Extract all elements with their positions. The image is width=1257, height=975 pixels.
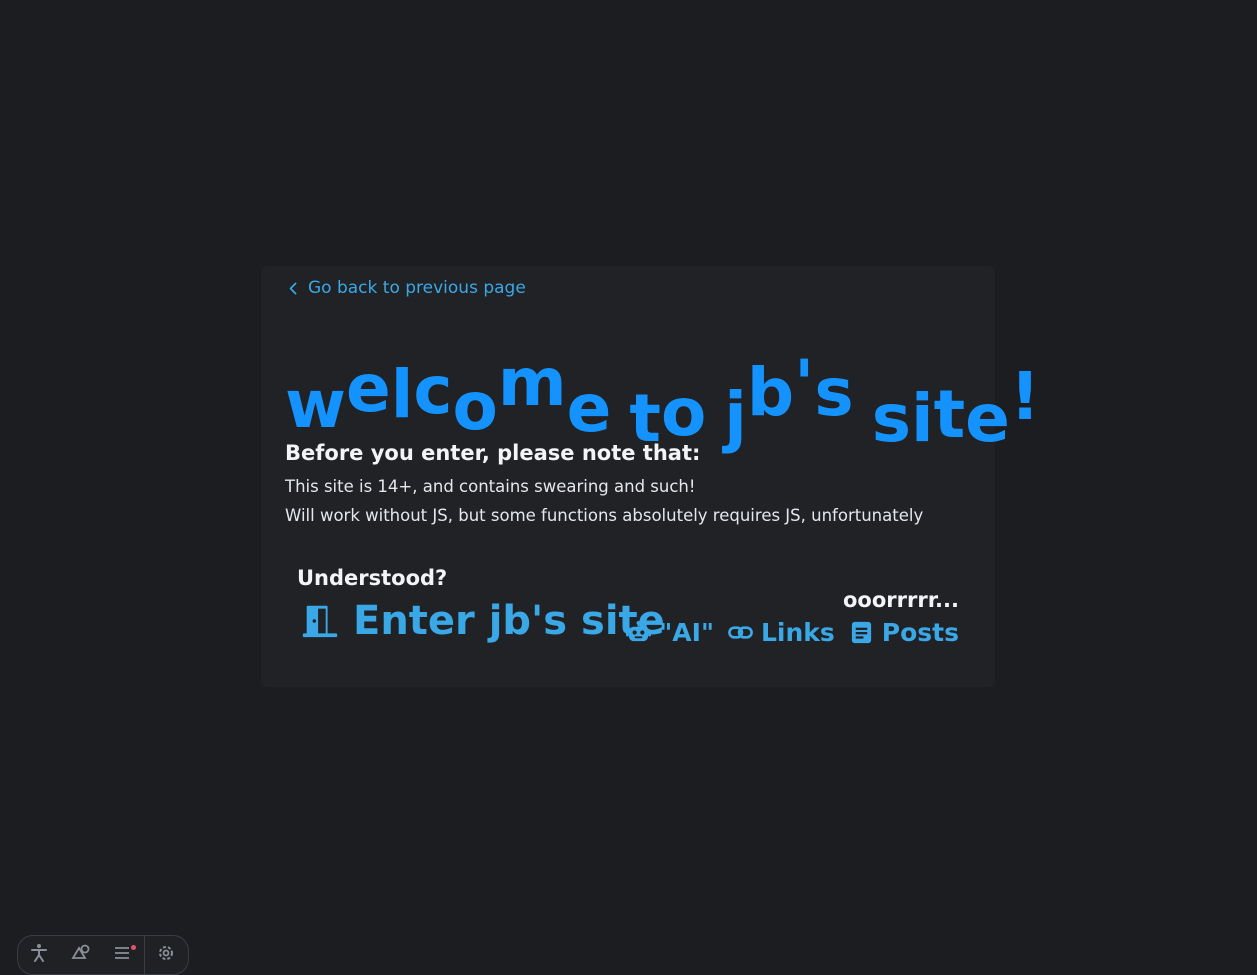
title-letter: w bbox=[285, 366, 346, 444]
notice-heading: Before you enter, please note that: bbox=[285, 441, 701, 465]
chevron-left-icon bbox=[289, 282, 297, 294]
title-letter: s bbox=[814, 354, 854, 432]
enter-site-label: Enter jb's site bbox=[353, 598, 665, 644]
floating-toolbar bbox=[17, 935, 189, 975]
menu-button[interactable] bbox=[102, 936, 144, 974]
title-letter: t bbox=[933, 376, 966, 454]
title-letter: s bbox=[871, 380, 911, 458]
menu-icon bbox=[115, 947, 129, 959]
settings-icon bbox=[159, 946, 173, 960]
link-icon bbox=[728, 626, 753, 639]
title-letter: e bbox=[566, 370, 612, 448]
understood-prompt: Understood? bbox=[297, 566, 448, 590]
alternatives-prompt: ooorrrrr... bbox=[842, 588, 959, 612]
posts-link[interactable]: Posts bbox=[849, 618, 959, 647]
back-link-label: Go back to previous page bbox=[308, 278, 526, 298]
title-letter: l bbox=[390, 356, 414, 434]
title-letter: ' bbox=[794, 346, 815, 424]
title-letter: e bbox=[345, 350, 391, 428]
title-letter: o bbox=[452, 368, 498, 446]
ai-link[interactable]: "AI" bbox=[626, 618, 714, 647]
title-letter: b bbox=[746, 354, 795, 432]
accessibility-icon bbox=[31, 944, 47, 962]
door-icon bbox=[302, 605, 338, 638]
notification-dot bbox=[131, 945, 136, 950]
title-letter: ! bbox=[1009, 358, 1041, 436]
shapes-icon bbox=[71, 944, 90, 959]
welcome-card: Go back to previous page welcome to jb's si… bbox=[261, 266, 1040, 687]
ai-link-label: "AI" bbox=[659, 618, 714, 647]
title-letter: o bbox=[660, 374, 707, 452]
document-icon bbox=[851, 621, 871, 644]
robot-icon bbox=[626, 620, 652, 642]
settings-button[interactable] bbox=[145, 936, 187, 974]
alternative-links: "AI" Links Posts bbox=[626, 618, 959, 647]
title-letter: m bbox=[497, 344, 567, 422]
posts-link-label: Posts bbox=[881, 618, 959, 647]
shapes-button[interactable] bbox=[60, 936, 102, 974]
back-link[interactable]: Go back to previous page bbox=[285, 278, 526, 298]
links-link-label: Links bbox=[760, 618, 835, 647]
title-letter: e bbox=[965, 380, 1010, 458]
title-letter: i bbox=[910, 380, 934, 458]
title-letter: j bbox=[724, 378, 747, 456]
accessibility-button[interactable] bbox=[18, 936, 60, 974]
enter-site-button[interactable]: Enter jb's site bbox=[301, 598, 665, 644]
links-link[interactable]: Links bbox=[728, 618, 835, 647]
title-letter: c bbox=[413, 352, 453, 430]
notice-line: Will work without JS, but some functions… bbox=[285, 506, 924, 525]
notice-line: This site is 14+, and contains swearing … bbox=[285, 477, 696, 496]
